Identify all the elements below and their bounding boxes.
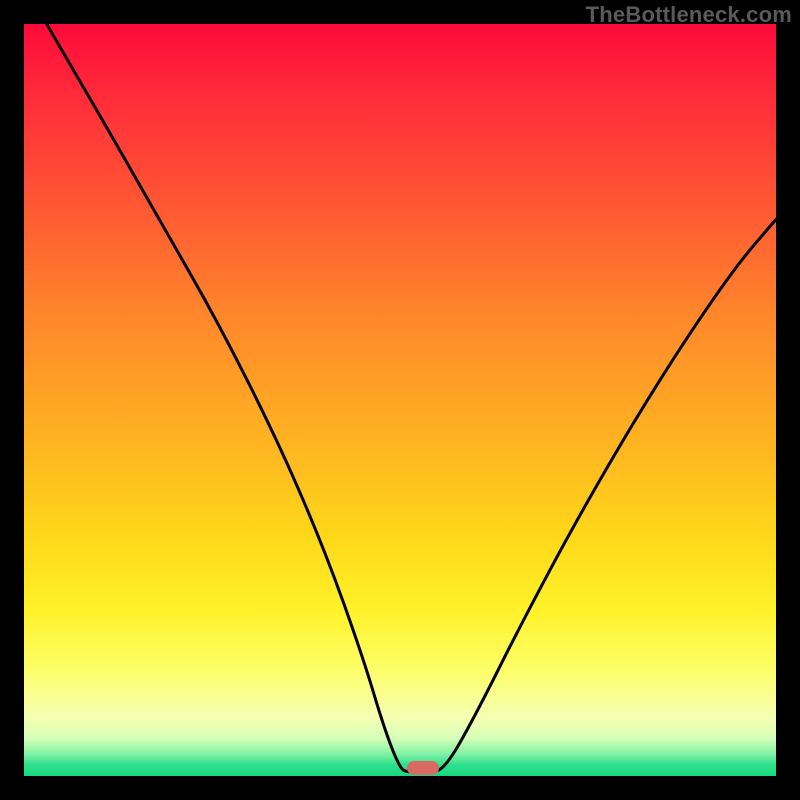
watermark-text: TheBottleneck.com [586,2,792,28]
optimal-point-marker [407,761,439,775]
chart-frame: TheBottleneck.com [0,0,800,800]
plot-area [24,24,776,776]
bottleneck-curve [47,24,776,772]
bottleneck-curve-layer [24,24,776,776]
